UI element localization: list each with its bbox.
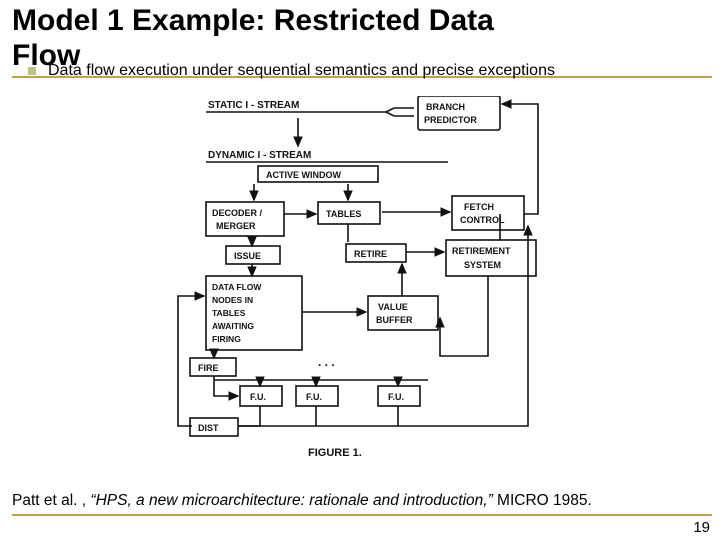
title-line1: Model 1 Example: Restricted Data xyxy=(12,4,494,37)
citation: Patt et al. , “HPS, a new microarchitect… xyxy=(12,492,712,510)
label-active-window: ACTIVE WINDOW xyxy=(266,170,341,180)
bullet-row: Data flow execution under sequential sem… xyxy=(28,62,555,80)
figure-caption: FIGURE 1. xyxy=(308,447,362,459)
label-fu3: F.U. xyxy=(388,392,404,402)
label-tables: TABLES xyxy=(326,209,361,219)
label-branch: BRANCH xyxy=(426,102,465,112)
label-merger: MERGER xyxy=(216,221,256,231)
label-decoder: DECODER / xyxy=(212,208,263,218)
citation-title: “HPS, a new microarchitecture: rationale… xyxy=(90,492,492,509)
bullet-icon xyxy=(28,67,36,75)
label-df5: FIRING xyxy=(212,334,241,344)
label-dynamic-istream: DYNAMIC I - STREAM xyxy=(208,150,311,161)
label-dist: DIST xyxy=(198,423,219,433)
label-static-istream: STATIC I - STREAM xyxy=(208,100,299,111)
architecture-diagram: STATIC I - STREAM BRANCH PREDICTOR DYNAM… xyxy=(168,96,548,466)
label-issue: ISSUE xyxy=(234,251,261,261)
citation-suffix: MICRO 1985. xyxy=(493,492,592,509)
label-control: CONTROL xyxy=(460,215,505,225)
label-system: SYSTEM xyxy=(464,260,501,270)
label-fire: FIRE xyxy=(198,363,219,373)
label-buffer: BUFFER xyxy=(376,315,413,325)
label-predictor: PREDICTOR xyxy=(424,115,477,125)
label-value: VALUE xyxy=(378,302,408,312)
label-fetch: FETCH xyxy=(464,202,494,212)
label-df3: TABLES xyxy=(212,308,246,318)
page-number: 19 xyxy=(693,519,710,536)
label-retirement: RETIREMENT xyxy=(452,246,511,256)
bullet-text: Data flow execution under sequential sem… xyxy=(48,62,555,80)
label-df4: AWAITING xyxy=(212,321,254,331)
citation-underline xyxy=(12,514,712,516)
label-dots: . . . xyxy=(318,355,335,369)
label-retire: RETIRE xyxy=(354,249,387,259)
label-df2: NODES IN xyxy=(212,295,253,305)
citation-prefix: Patt et al. , xyxy=(12,492,90,509)
label-fu1: F.U. xyxy=(250,392,266,402)
label-df1: DATA FLOW xyxy=(212,282,262,292)
label-fu2: F.U. xyxy=(306,392,322,402)
